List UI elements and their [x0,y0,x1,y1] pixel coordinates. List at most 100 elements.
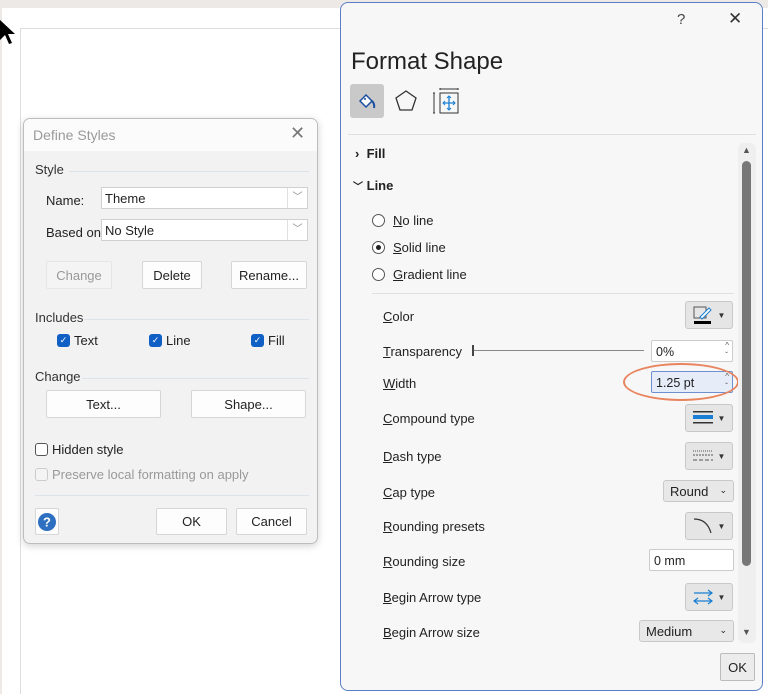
begin-arrow-size-label: Begin Arrow size [383,625,480,640]
dash-type-label: Dash type [383,449,442,464]
fill-section-toggle[interactable]: › Fill [355,146,385,161]
ok-button[interactable]: OK [156,508,227,535]
spin-arrows-icon[interactable]: ^ ˇ [725,341,729,361]
compound-type-button[interactable]: ▼ [685,404,733,432]
radio-label: Solid line [393,240,446,255]
color-picker-button[interactable]: ▼ [685,301,733,329]
radio-label: No line [393,213,434,228]
text-button[interactable]: Text... [46,390,161,418]
transparency-spinner[interactable]: 0% ^ ˇ [651,340,733,362]
delete-button[interactable]: Delete [142,261,202,289]
divider [35,495,309,496]
transparency-slider-thumb[interactable] [472,345,474,356]
hidden-style-checkbox[interactable]: Hidden style [35,442,124,457]
checkbox-checked-icon: ✓ [57,334,70,347]
line-section-toggle[interactable]: ﹀ Line [353,178,393,193]
highlight-circle [623,363,739,401]
radio-label: Gradient line [393,267,467,282]
divider [82,378,309,379]
begin-arrow-type-button[interactable]: ▼ [685,583,733,611]
arrows-icon [692,589,713,605]
solid-line-radio[interactable]: Solid line [372,240,446,255]
scrollbar-thumb[interactable] [742,161,751,566]
tab-fill-line[interactable] [350,84,384,118]
section-label: Fill [366,146,386,161]
paint-bucket-icon [358,93,376,109]
rounding-size-label: Rounding size [383,554,466,569]
pen-color-icon [693,306,712,324]
checkbox-label: Text [74,333,98,348]
shape-button[interactable]: Shape... [191,390,306,418]
help-icon: ? [38,512,56,531]
rounding-presets-label: Rounding presets [383,519,485,534]
cap-type-select[interactable]: Round ⌄ [663,480,734,502]
rounding-presets-button[interactable]: ▼ [685,512,733,540]
divider [348,134,756,135]
begin-arrow-size-select[interactable]: Medium ⌄ [639,620,734,642]
cap-type-label: Cap type [383,485,436,500]
close-icon[interactable]: ✕ [728,9,742,29]
dash-lines-icon [692,450,713,461]
chevron-down-icon[interactable]: ﹀ [287,188,307,208]
help-button[interactable]: ? [677,11,685,28]
includes-section-label: Includes [35,310,84,325]
caret-down-icon: ▼ [717,413,726,423]
ok-button[interactable]: OK [720,653,755,681]
pentagon-icon [395,90,417,111]
cancel-button[interactable]: Cancel [236,508,307,535]
compound-type-label: Compound type [383,411,475,426]
scroll-down-icon[interactable]: ▼ [742,627,751,637]
caret-down-icon: ▼ [717,592,726,602]
checkbox-label: Preserve local formatting on apply [52,467,249,482]
caret-down-icon: ▼ [717,521,726,531]
select-value: Medium [646,624,693,639]
chevron-down-icon[interactable]: ﹀ [287,220,307,240]
divider [372,293,734,294]
rounded-corner-icon [693,518,712,534]
close-icon[interactable]: ✕ [290,123,305,144]
chevron-down-icon: ⌄ [719,625,727,635]
no-line-radio[interactable]: No line [372,213,433,228]
name-combo[interactable]: Theme ﹀ [101,187,308,209]
tab-size-properties[interactable] [429,84,463,118]
based-on-value: No Style [105,223,155,238]
tab-effects[interactable] [389,84,423,118]
begin-arrow-type-label: Begin Arrow type [383,590,482,605]
change-button[interactable]: Change [46,261,112,289]
name-label: Name: [46,193,85,208]
rounding-size-input[interactable]: 0 mm [649,549,734,571]
checkbox-label: Fill [268,333,285,348]
rename-button[interactable]: Rename... [231,261,307,289]
checkbox-unchecked-icon [35,443,48,456]
chevron-down-icon: ⌄ [719,485,727,495]
dash-type-button[interactable]: ▼ [685,442,733,470]
transparency-slider-track[interactable] [472,350,644,351]
include-fill-checkbox[interactable]: ✓ Fill [251,333,285,348]
based-on-combo[interactable]: No Style ﹀ [101,219,308,241]
checkbox-label: Hidden style [52,442,124,457]
divider [69,171,309,172]
preserve-formatting-checkbox[interactable]: Preserve local formatting on apply [35,467,249,482]
checkbox-disabled-icon [35,468,48,481]
caret-down-icon: ▼ [717,310,726,320]
section-label: Line [366,178,394,193]
transparency-label: Transparency [383,344,463,359]
chevron-right-icon: › [355,146,360,161]
pane-title: Format Shape [351,48,504,75]
help-button[interactable]: ? [35,508,59,535]
chevron-down-icon: ﹀ [353,182,363,193]
svg-text:?: ? [43,514,51,529]
include-text-checkbox[interactable]: ✓ Text [57,333,98,348]
scroll-up-icon[interactable]: ▲ [742,145,751,155]
mouse-cursor-icon [0,20,15,44]
size-properties-icon [433,88,459,114]
checkbox-checked-icon: ✓ [149,334,162,347]
spinner-value: 0% [656,345,675,359]
gradient-line-radio[interactable]: Gradient line [372,267,467,282]
width-label: Width [383,376,417,391]
checkbox-label: Line [166,333,191,348]
include-line-checkbox[interactable]: ✓ Line [149,333,191,348]
define-styles-dialog: Define Styles ✕ Style Name: Theme ﹀ Based… [23,118,318,544]
select-value: Round [670,484,709,499]
input-value: 0 mm [654,554,686,568]
